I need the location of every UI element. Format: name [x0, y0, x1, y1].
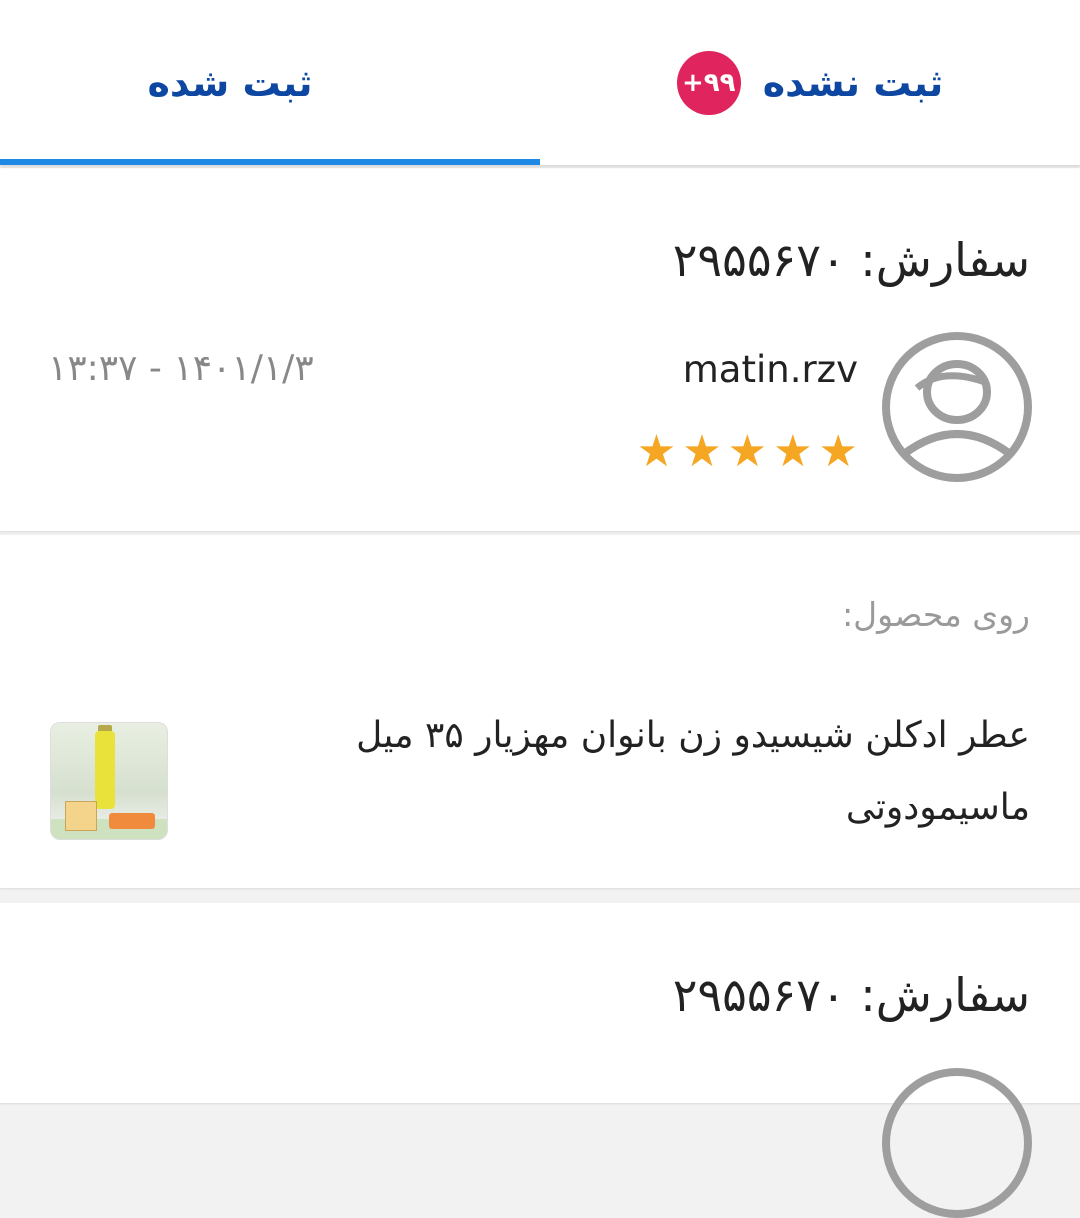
- star-icon: ★: [773, 426, 813, 477]
- tab-bar: +۹۹ ثبت نشده ثبت شده: [0, 0, 1080, 165]
- star-icon: ★: [818, 426, 858, 477]
- review-card[interactable]: سفارش: ۲۹۵۵۶۷۰: [0, 903, 1080, 1218]
- product-name: عطر ادکلن شیسیدو زن بانوان مهزیار ۳۵ میل…: [356, 715, 1030, 828]
- count-badge: +۹۹: [676, 50, 741, 115]
- user-avatar-icon: [882, 332, 1032, 482]
- rating-stars: ★ ★ ★ ★ ★: [637, 430, 858, 474]
- username: matin.rzv: [682, 348, 858, 391]
- product-thumbnail[interactable]: [50, 722, 168, 840]
- active-tab-indicator: [0, 159, 540, 165]
- user-avatar-icon: [882, 1068, 1032, 1218]
- star-icon: ★: [636, 426, 677, 477]
- package-box-shape: [65, 801, 97, 831]
- order-title: سفارش: ۲۹۵۵۶۷۰: [672, 968, 1030, 1022]
- product-card[interactable]: روی محصول: عطر ادکلن شیسیدو زن بانوان مه…: [0, 535, 1080, 888]
- order-title: سفارش: ۲۹۵۵۶۷۰: [672, 233, 1030, 287]
- review-card[interactable]: سفارش: ۲۹۵۵۶۷۰ matin.rzv ★ ★ ★ ★ ★ ۱۴۰۱/…: [0, 168, 1080, 531]
- product-caption: روی محصول:: [842, 595, 1030, 634]
- tab-registered-label: ثبت شده: [147, 60, 313, 105]
- package-box-shape: [109, 813, 155, 829]
- tab-unregistered[interactable]: +۹۹ ثبت نشده: [540, 0, 1080, 165]
- tab-registered[interactable]: ثبت شده: [0, 0, 540, 165]
- review-datetime: ۱۴۰۱/۱/۳ - ۱۳:۳۷: [48, 348, 314, 389]
- perfume-bottle-shape: [95, 731, 115, 809]
- tab-unregistered-label: ثبت نشده: [762, 60, 944, 105]
- star-icon: ★: [727, 426, 768, 477]
- star-icon: ★: [682, 426, 722, 477]
